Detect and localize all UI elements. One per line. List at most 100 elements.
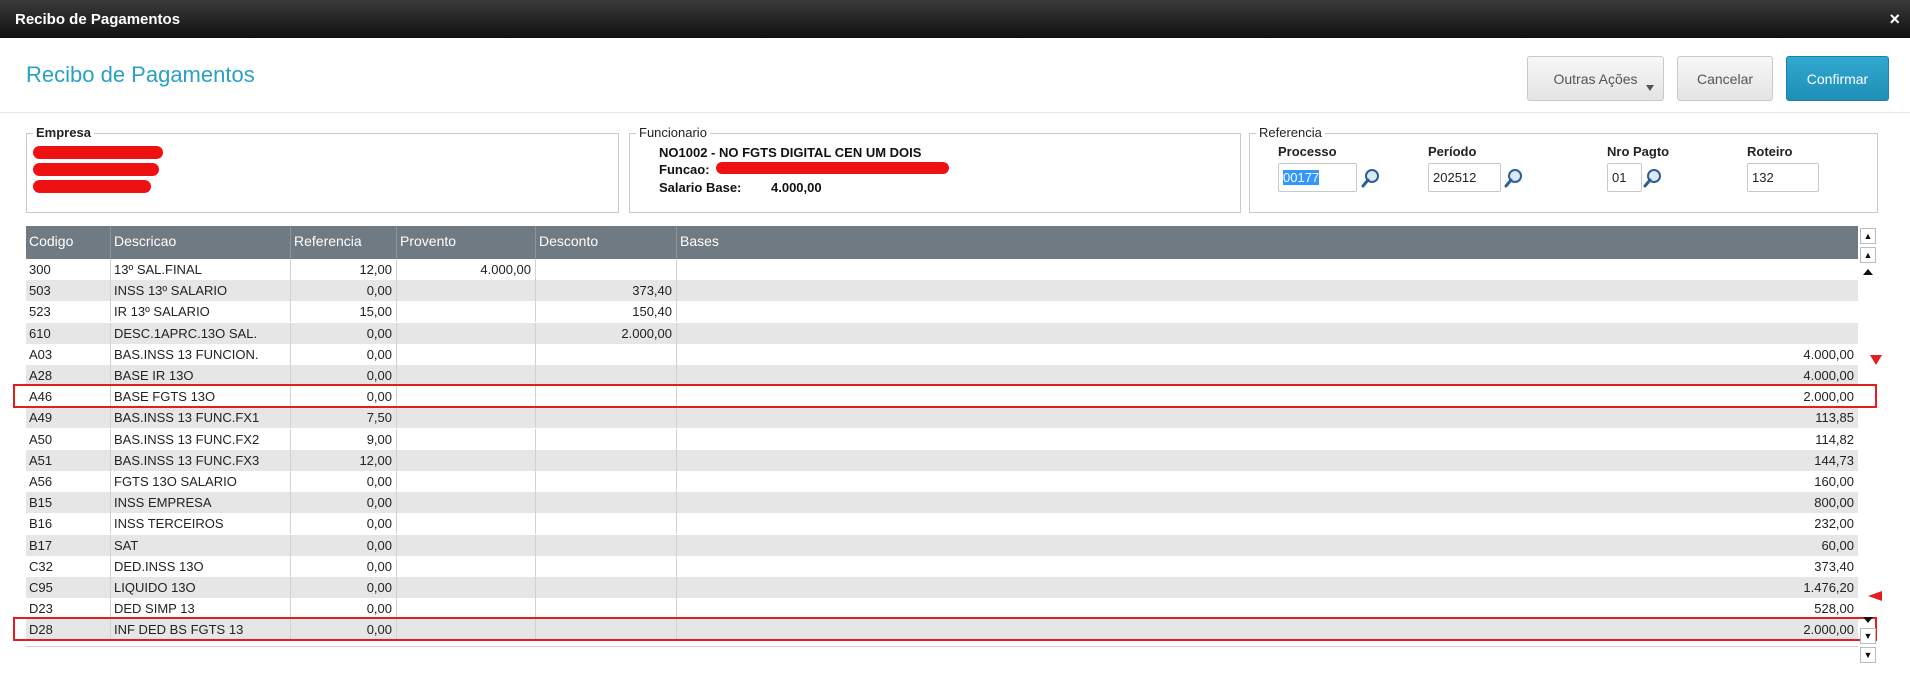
table-row[interactable]: 503 INSS 13º SALARIO 0,00 373,40	[26, 280, 1858, 302]
cell-desconto	[536, 577, 677, 598]
cell-codigo: B17	[26, 534, 111, 556]
other-actions-button[interactable]: Outras Ações	[1527, 56, 1664, 101]
cell-descricao: SAT	[111, 534, 291, 556]
table-row[interactable]: A03 BAS.INSS 13 FUNCION. 0,00 4.000,00	[26, 343, 1858, 365]
cell-provento	[397, 577, 536, 598]
scroll-down-icon[interactable]	[1863, 617, 1873, 623]
cell-codigo: A28	[26, 365, 111, 386]
cell-referencia: 12,00	[291, 259, 397, 280]
periodo-value: 202512	[1433, 170, 1477, 185]
cancel-button[interactable]: Cancelar	[1677, 56, 1773, 101]
cell-codigo: B16	[26, 513, 111, 535]
cell-bases: 144,73	[1814, 452, 1854, 468]
table-row[interactable]: D23 DED SIMP 13 0,00 528,00	[26, 598, 1858, 620]
cell-provento	[397, 322, 536, 344]
table-row[interactable]: A50 BAS.INSS 13 FUNC.FX2 9,00 114,82	[26, 428, 1858, 450]
annotation-arrow-icon	[1868, 591, 1882, 601]
table-row[interactable]: B15 INSS EMPRESA 0,00 800,00	[26, 492, 1858, 514]
scroll-up-icon[interactable]	[1863, 269, 1873, 275]
cell-descricao: BAS.INSS 13 FUNC.FX3	[111, 449, 291, 471]
confirm-button[interactable]: Confirmar	[1786, 56, 1889, 101]
column-header-referencia[interactable]: Referencia	[291, 226, 397, 259]
nro-pagto-input[interactable]: 01	[1607, 163, 1642, 192]
scroll-pageup-icon[interactable]: ▲	[1860, 247, 1876, 263]
salario-row: Salario Base: 4.000,00	[659, 180, 822, 195]
table-row[interactable]: A56 FGTS 13O SALARIO 0,00 160,00	[26, 471, 1858, 492]
roteiro-value: 132	[1752, 170, 1774, 185]
caret-down-icon	[1646, 85, 1654, 91]
cell-provento	[397, 301, 536, 323]
cell-descricao: INSS TERCEIROS	[111, 513, 291, 535]
roteiro-input[interactable]: 132	[1747, 163, 1819, 192]
column-header-provento[interactable]: Provento	[397, 226, 536, 259]
cell-referencia: 15,00	[291, 301, 397, 323]
cell-bases	[677, 259, 1858, 280]
table-row[interactable]: 300 13º SAL.FINAL 12,00 4.000,00	[26, 259, 1858, 280]
magnifier-icon[interactable]	[1504, 168, 1524, 188]
scroll-last-icon[interactable]: ▼	[1860, 647, 1876, 663]
cell-codigo: B15	[26, 492, 111, 514]
periodo-label: Período	[1428, 144, 1477, 159]
cell-bases: 4.000,00	[1803, 368, 1854, 383]
cell-desconto	[536, 343, 677, 365]
cell-referencia: 0,00	[291, 513, 397, 535]
table-row[interactable]: B16 INSS TERCEIROS 0,00 232,00	[26, 513, 1858, 535]
column-header-codigo[interactable]: Codigo	[26, 226, 111, 259]
close-icon[interactable]: ×	[1889, 9, 1900, 30]
page-title: Recibo de Pagamentos	[26, 62, 255, 87]
cell-provento: 4.000,00	[397, 259, 536, 280]
cell-provento	[397, 598, 536, 620]
cell-desconto: 2.000,00	[536, 322, 677, 344]
cell-descricao: LIQUIDO 13O	[111, 577, 291, 598]
cell-codigo: 523	[26, 301, 111, 323]
redaction-mark	[716, 162, 949, 174]
cell-referencia: 0,00	[291, 280, 397, 302]
table-header: Codigo Descricao Referencia Provento Des…	[26, 226, 1858, 259]
cell-codigo: C95	[26, 577, 111, 598]
referencia-legend: Referencia	[1256, 125, 1325, 140]
funcao-label: Funcao:	[659, 162, 710, 177]
cell-desconto	[536, 428, 677, 450]
column-header-desconto[interactable]: Desconto	[536, 226, 677, 259]
annotation-arrow-icon	[1870, 355, 1882, 365]
cell-desconto	[536, 365, 677, 386]
cell-desconto	[536, 513, 677, 535]
table-row[interactable]: A49 BAS.INSS 13 FUNC.FX1 7,50 113,85	[26, 407, 1858, 429]
column-header-bases[interactable]: Bases	[677, 226, 1858, 259]
cell-desconto	[536, 407, 677, 429]
cell-descricao: DED.INSS 13O	[111, 555, 291, 577]
processo-input[interactable]: 00177	[1278, 163, 1357, 192]
table-row[interactable]: C95 LIQUIDO 13O 0,00 1.476,20	[26, 577, 1858, 598]
cell-codigo: A51	[26, 449, 111, 471]
scroll-pagedown-icon[interactable]: ▼	[1860, 628, 1876, 644]
cell-bases: 800,00	[1814, 495, 1854, 511]
row-highlight-frame	[13, 384, 1877, 409]
cell-descricao: DED SIMP 13	[111, 598, 291, 620]
table-row[interactable]: B17 SAT 0,00 60,00	[26, 534, 1858, 556]
scroll-first-icon[interactable]: ▲	[1860, 228, 1876, 244]
cell-descricao: INSS 13º SALARIO	[111, 280, 291, 302]
table-row[interactable]: 610 DESC.1APRC.13O SAL. 0,00 2.000,00	[26, 322, 1858, 344]
table-row[interactable]: A28 BASE IR 13O 0,00 4.000,00	[26, 365, 1858, 386]
cell-codigo: A50	[26, 428, 111, 450]
table-row[interactable]: 523 IR 13º SALARIO 15,00 150,40	[26, 301, 1858, 323]
cell-provento	[397, 555, 536, 577]
cell-codigo: 610	[26, 322, 111, 344]
cell-provento	[397, 343, 536, 365]
cell-codigo: 300	[26, 259, 111, 280]
table-row[interactable]: C32 DED.INSS 13O 0,00 373,40	[26, 555, 1858, 577]
magnifier-icon[interactable]	[1643, 168, 1663, 188]
periodo-input[interactable]: 202512	[1428, 163, 1501, 192]
table-footer	[26, 646, 1858, 666]
referencia-group: Referencia Processo 00177 Período 202512…	[1249, 125, 1878, 213]
cell-codigo: A03	[26, 343, 111, 365]
cell-provento	[397, 365, 536, 386]
cell-provento	[397, 471, 536, 492]
cell-bases	[677, 301, 1858, 322]
table-row[interactable]: A51 BAS.INSS 13 FUNC.FX3 12,00 144,73	[26, 449, 1858, 471]
cell-provento	[397, 449, 536, 471]
cell-referencia: 12,00	[291, 449, 397, 471]
cell-descricao: BAS.INSS 13 FUNC.FX2	[111, 428, 291, 450]
column-header-descricao[interactable]: Descricao	[111, 226, 291, 259]
magnifier-icon[interactable]	[1361, 168, 1381, 188]
